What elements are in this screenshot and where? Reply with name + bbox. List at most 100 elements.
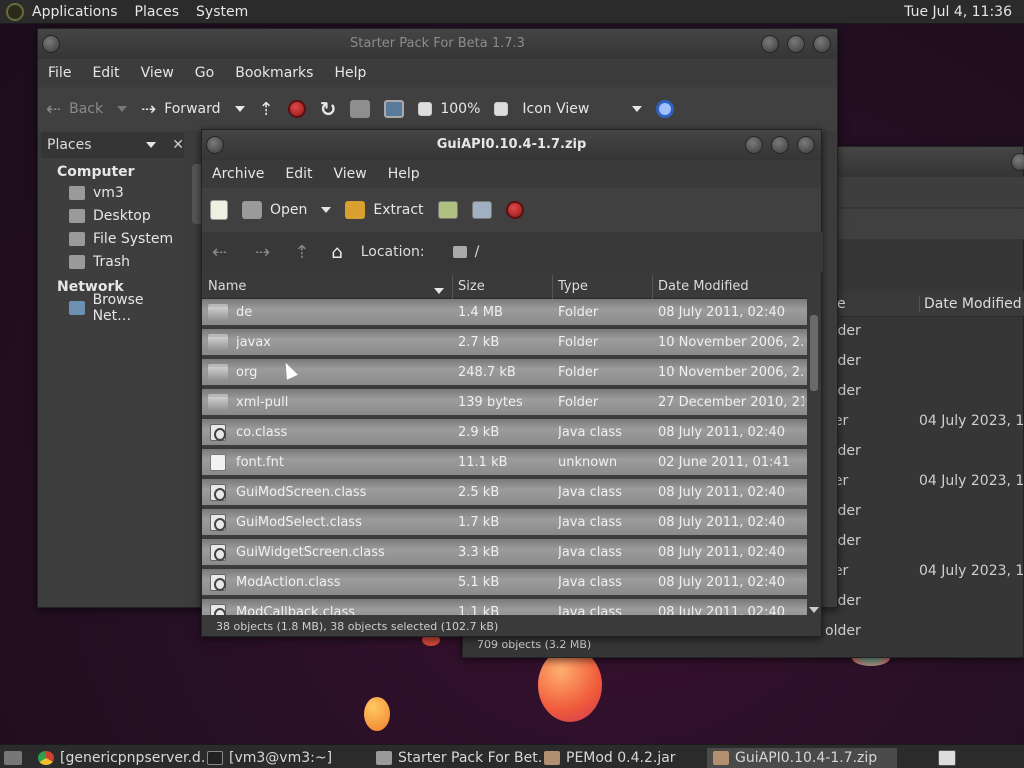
archive-file-list[interactable]: de 1.4 MB Folder 08 July 2011, 02:40 javax 2.… [202,299,807,615]
view-mode-select[interactable]: Icon View [522,101,618,117]
up-arrow-icon[interactable]: ⇡ [259,99,274,120]
forward-arrow-icon[interactable]: ⇢ [255,242,270,263]
window-title: Starter Pack For Beta 1.7.3 [350,36,525,51]
location-path[interactable]: / [475,244,480,260]
chrome-icon [38,751,54,765]
scrollbar-thumb[interactable] [810,315,818,391]
system-menu[interactable]: System [196,4,248,20]
back-history-dropdown[interactable] [117,106,128,112]
sidebar-item-filesystem[interactable]: File System [41,227,184,250]
cell-name: font.fnt [236,455,284,470]
table-row[interactable]: GuiModScreen.class 2.5 kB Java class 08 Jul… [202,479,807,507]
menu-view[interactable]: View [141,65,174,81]
extract-button[interactable]: Extract [345,201,424,219]
cell-date: 08 July 2011, 02:40 [658,575,785,590]
file-manager-titlebar[interactable]: Starter Pack For Beta 1.7.3 [38,29,837,59]
clock[interactable]: Tue Jul 4, 11:36 [904,4,1012,20]
table-row[interactable]: ModAction.class 5.1 kB Java class 08 July 2… [202,569,807,597]
forward-button[interactable]: ⇢ Forward [141,99,220,120]
reload-icon[interactable]: ↻ [320,97,337,121]
menu-help[interactable]: Help [334,65,366,81]
table-row[interactable]: GuiWidgetScreen.class 3.3 kB Java class 08 … [202,539,807,567]
chevron-down-icon[interactable] [146,142,157,148]
column-type-header[interactable]: Type [558,279,588,294]
vertical-scrollbar[interactable] [807,299,821,615]
close-icon[interactable] [813,35,831,53]
folder-icon [208,394,228,411]
home-icon[interactable]: ⌂ [331,242,342,263]
task-terminal[interactable]: [vm3@vm3:~] [207,748,332,768]
open-dropdown[interactable] [321,207,332,213]
view-mode-dropdown[interactable] [632,106,643,112]
task-pemod[interactable]: PEMod 0.4.2.jar [544,748,676,768]
cell-size: 2.9 kB [458,425,500,440]
archive-titlebar[interactable]: GuiAPI0.10.4-1.7.zip [202,130,821,160]
menu-archive[interactable]: Archive [212,166,264,182]
sidebar-selector[interactable]: Places [47,137,146,153]
minimize-icon[interactable] [745,136,763,154]
show-desktop-icon[interactable] [4,748,28,768]
column-name-header[interactable]: Name [208,279,246,294]
open-button[interactable]: Open [242,201,307,219]
table-row[interactable]: font.fnt 11.1 kB unknown 02 June 2011, 01:4… [202,449,807,477]
table-row[interactable]: co.class 2.9 kB Java class 08 July 2011, 02… [202,419,807,447]
maximize-icon[interactable] [771,136,789,154]
menu-bookmarks[interactable]: Bookmarks [235,65,313,81]
applications-menu[interactable]: Applications [32,4,118,20]
back-button[interactable]: ⇠ Back [46,99,103,120]
workspace-switcher-icon[interactable] [938,748,962,768]
cell-date: 08 July 2011, 02:40 [658,305,785,320]
sidebar-item-desktop[interactable]: Desktop [41,204,184,227]
column-type-header[interactable]: e [837,296,846,312]
stop-icon[interactable] [287,100,306,118]
zoom-in-button[interactable] [494,102,509,116]
close-sidebar-icon[interactable]: ✕ [172,137,184,153]
zoom-level: 100% [440,101,481,117]
task-file-manager[interactable]: Starter Pack For Bet… [376,748,552,768]
cell-size: 2.5 kB [458,485,500,500]
menu-file[interactable]: File [48,65,71,81]
maximize-icon[interactable] [787,35,805,53]
table-row[interactable]: de 1.4 MB Folder 08 July 2011, 02:40 [202,299,807,327]
stop-icon[interactable] [505,201,524,219]
search-icon[interactable] [656,100,675,118]
table-row[interactable]: javax 2.7 kB Folder 10 November 2006, 2… [202,329,807,357]
system-logo-icon[interactable] [6,2,24,21]
sidebar-item-browse-network[interactable]: Browse Net… [41,292,184,324]
add-folder-icon[interactable] [471,201,492,219]
menu-go[interactable]: Go [195,65,214,81]
window-close-icon[interactable] [1011,153,1024,171]
sort-descending-icon [434,283,444,298]
sidebar-group-computer: Computer [57,164,135,180]
table-row[interactable]: ModCallback.class 1.1 kB Java class 08 July… [202,599,807,615]
task-guiapi[interactable]: GuiAPI0.10.4-1.7.zip [707,748,898,768]
menu-help[interactable]: Help [388,166,420,182]
column-size-header[interactable]: Size [458,279,485,294]
zoom-out-button[interactable] [418,102,433,116]
zoom-in-icon [494,102,509,116]
sidebar-item-vm3[interactable]: vm3 [41,181,184,204]
up-arrow-icon[interactable]: ⇡ [294,242,309,263]
add-files-icon[interactable] [437,201,458,219]
home-icon[interactable] [350,100,371,118]
table-row[interactable]: GuiModSelect.class 1.7 kB Java class 08 Jul… [202,509,807,537]
places-menu[interactable]: Places [135,4,180,20]
computer-icon[interactable] [384,100,405,118]
cell-size: 139 bytes [458,395,523,410]
new-archive-icon[interactable] [210,200,228,220]
menu-edit[interactable]: Edit [92,65,119,81]
back-arrow-icon[interactable]: ⇠ [212,242,227,263]
column-date-header[interactable]: Date Modified [658,279,749,294]
menu-edit[interactable]: Edit [285,166,312,182]
table-row[interactable]: xml-pull 139 bytes Folder 27 December 2010,… [202,389,807,417]
menu-view[interactable]: View [334,166,367,182]
archive-manager-window[interactable]: GuiAPI0.10.4-1.7.zip Archive Edit View H… [201,129,823,637]
scroll-down-icon[interactable] [809,607,819,613]
task-chrome[interactable]: [genericpnpserver.d… [38,748,215,768]
minimize-icon[interactable] [761,35,779,53]
home-folder-icon [69,185,85,200]
sidebar-item-trash[interactable]: Trash [41,250,184,273]
close-icon[interactable] [797,136,815,154]
forward-history-dropdown[interactable] [234,106,245,112]
column-date-header[interactable]: Date Modified [919,296,1022,312]
